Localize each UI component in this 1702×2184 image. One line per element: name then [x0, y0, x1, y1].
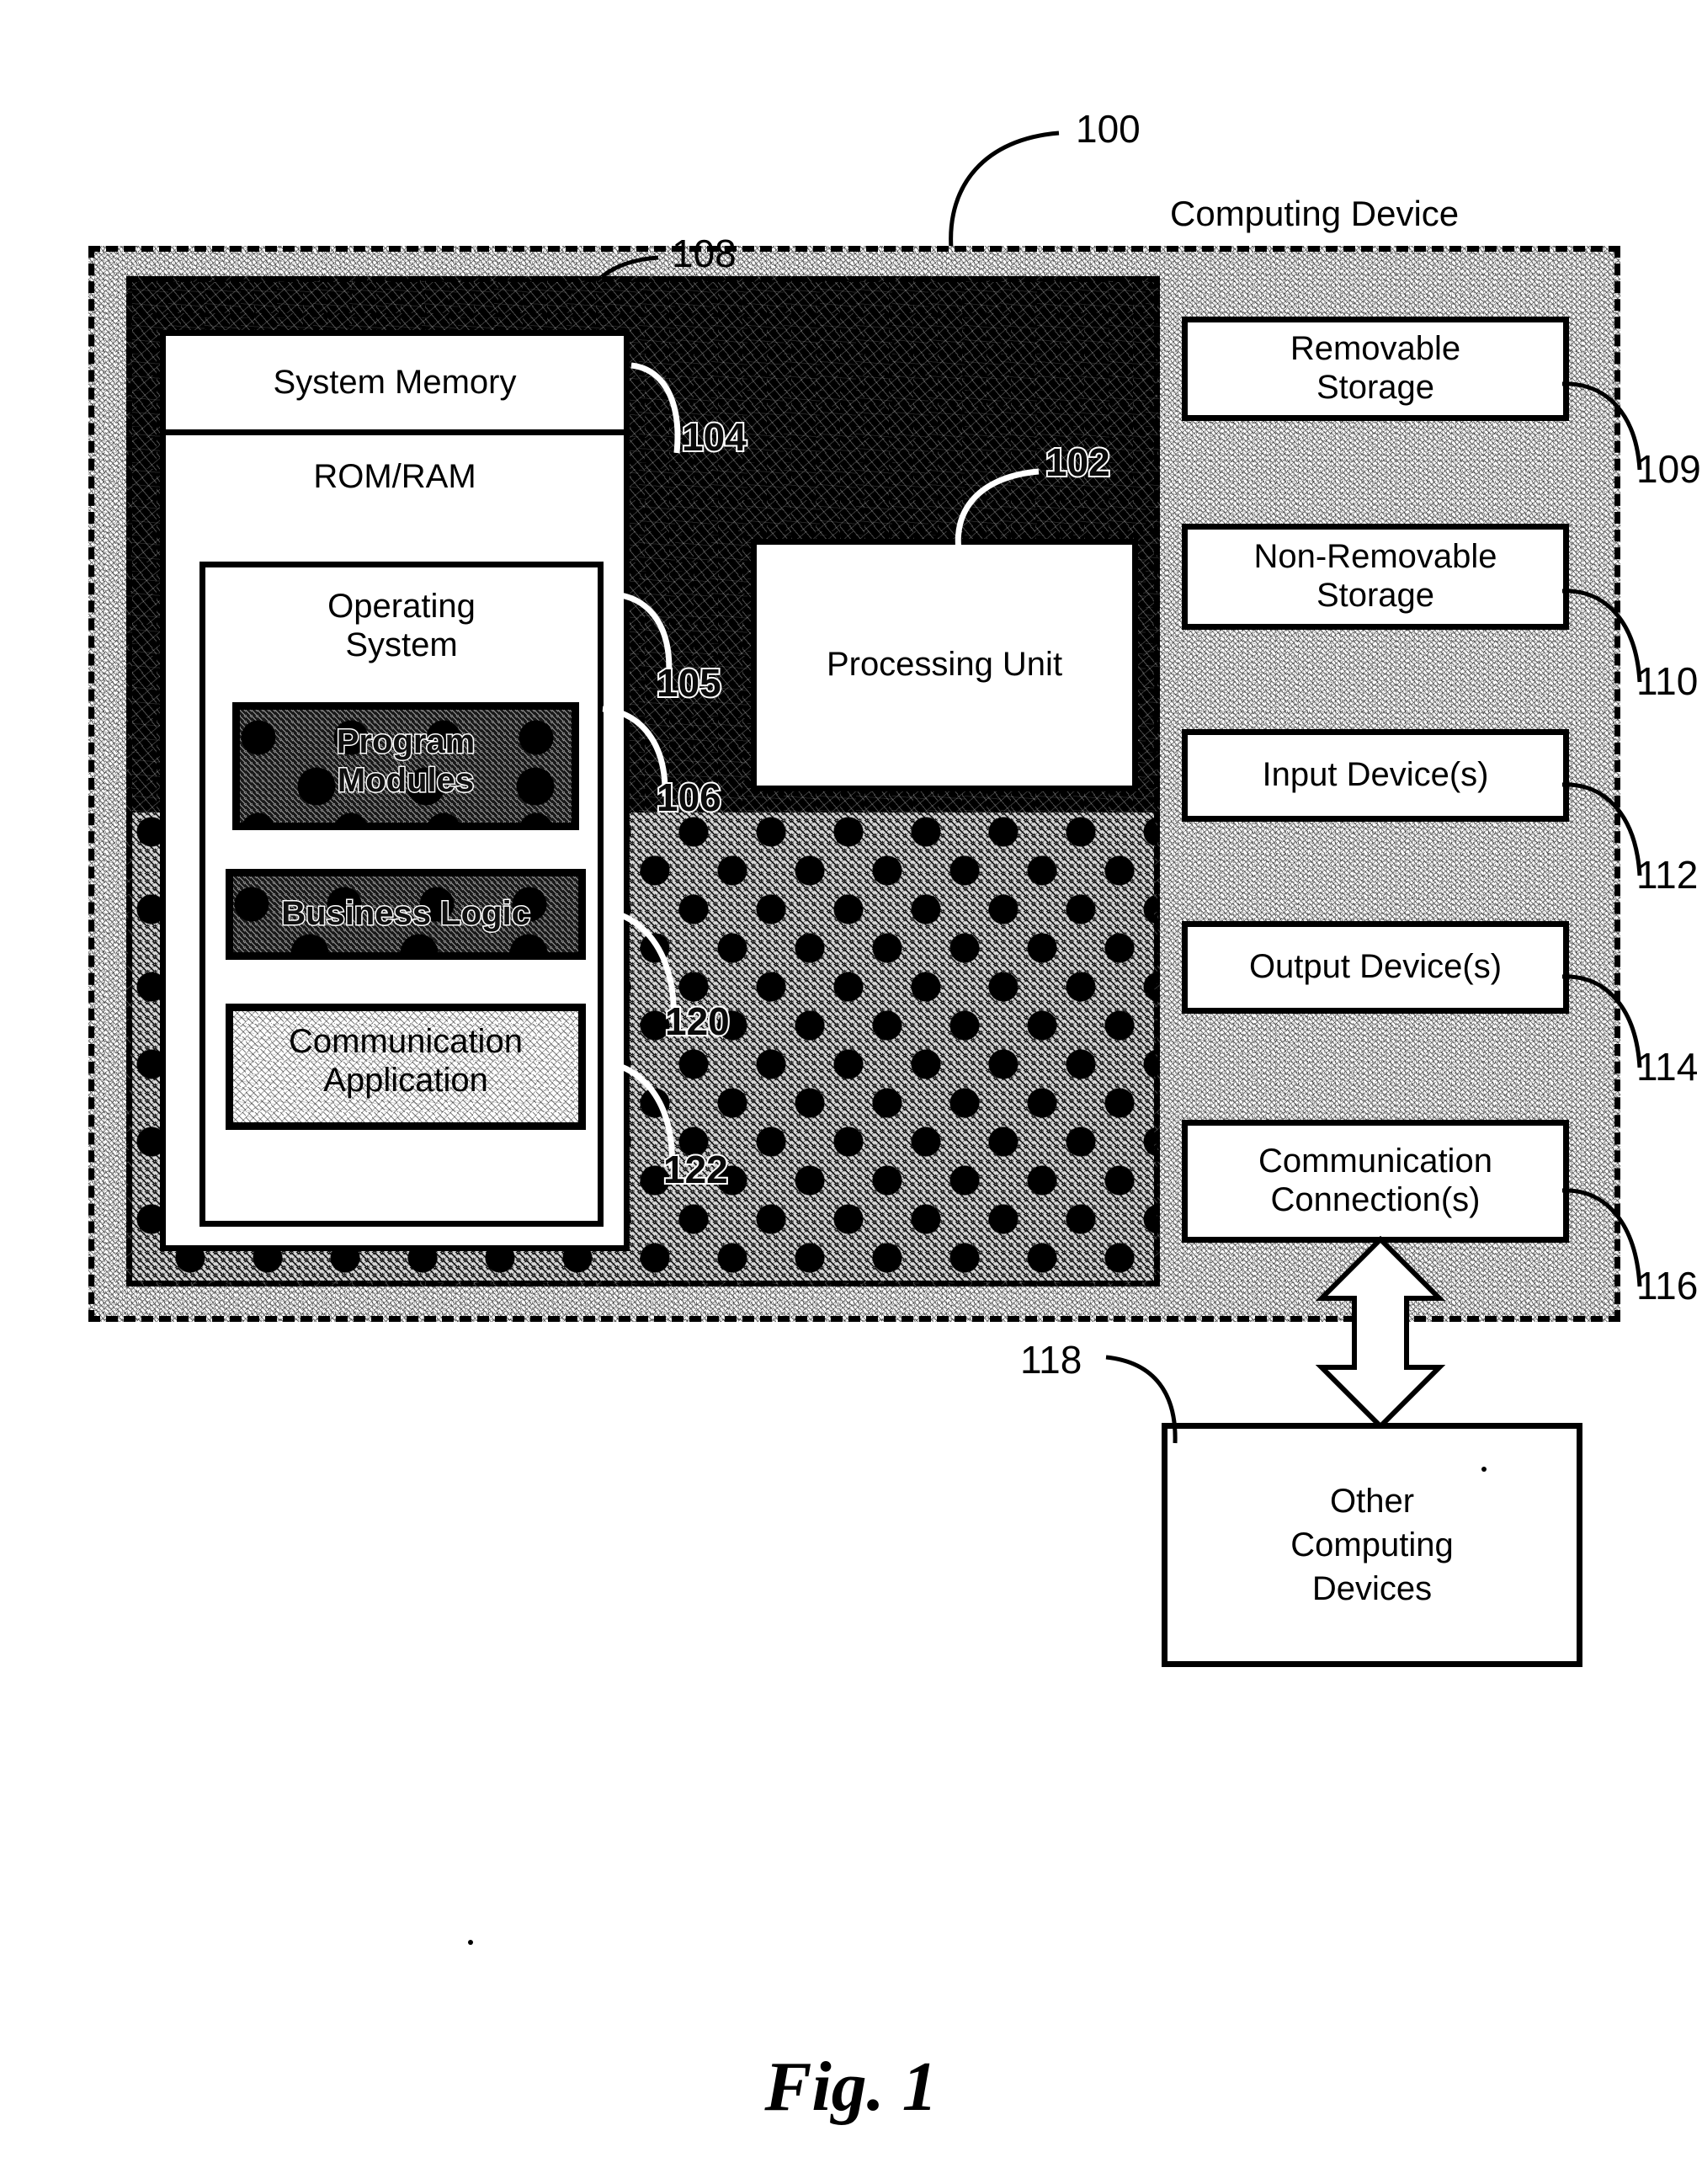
- other-computing-devices-label-line1: Other: [1329, 1483, 1415, 1520]
- ref-122-group: 122: [599, 1052, 852, 1191]
- ref-104-label: 104: [680, 415, 748, 459]
- bidirectional-link-arrow-icon: [1296, 1236, 1465, 1430]
- input-devices-label: Input Device(s): [1262, 756, 1489, 794]
- ref-114-group: 114: [1559, 965, 1702, 1091]
- double-arrow-icon: [1315, 1236, 1446, 1430]
- non-removable-storage-box: Non-Removable Storage: [1182, 524, 1569, 630]
- ref-116-label: 116: [1636, 1264, 1699, 1308]
- ref-102-group: 102: [916, 421, 1135, 564]
- operating-system-label: Operating System: [205, 588, 598, 664]
- removable-storage-label: Removable Storage: [1290, 330, 1460, 407]
- business-logic-box: Business Logic: [226, 869, 586, 960]
- communication-connections-label-line1: Communication: [1258, 1143, 1492, 1180]
- removable-storage-label-line1: Removable: [1290, 330, 1461, 368]
- output-devices-box: Output Device(s): [1182, 921, 1569, 1014]
- program-modules-label: Program Modules: [240, 722, 572, 801]
- output-devices-label: Output Device(s): [1248, 948, 1503, 986]
- ref-110-group: 110: [1559, 579, 1702, 706]
- ref-120-label: 120: [663, 999, 731, 1043]
- system-memory-box: System Memory ROM/RAM Operating System P…: [160, 330, 630, 1251]
- ref-104-group: 104: [625, 352, 877, 461]
- other-computing-devices-box: Other Computing Devices: [1162, 1423, 1582, 1667]
- other-computing-devices-label-line2: Computing: [1290, 1526, 1454, 1563]
- ref-105-leader-icon: [614, 591, 673, 683]
- communication-application-label-line2: Application: [323, 1061, 488, 1099]
- communication-application-label-line1: Communication: [289, 1023, 523, 1060]
- stray-speck: [1481, 1467, 1487, 1472]
- operating-system-box: Operating System Program Modules Busines…: [199, 562, 604, 1227]
- ref-102-label: 102: [1044, 440, 1112, 484]
- ref-100-group: 100: [867, 76, 1187, 253]
- other-computing-devices-label-line3: Devices: [1311, 1570, 1433, 1607]
- program-modules-label-line2: Modules: [336, 760, 475, 800]
- communication-connections-box: Communication Connection(s): [1182, 1120, 1569, 1243]
- page-speck: [468, 1940, 473, 1945]
- input-devices-box: Input Device(s): [1182, 729, 1569, 822]
- ref-105-group: 105: [608, 579, 852, 704]
- other-computing-devices-label: Other Computing Devices: [1290, 1479, 1453, 1611]
- ref-100-label: 100: [1076, 107, 1141, 151]
- operating-system-label-line1: Operating: [327, 588, 476, 625]
- business-logic-label: Business Logic: [233, 894, 578, 934]
- ref-100-leader-icon: [949, 131, 1060, 249]
- communication-application-box: Communication Application: [226, 1004, 586, 1130]
- rom-ram-label: ROM/RAM: [313, 458, 476, 495]
- program-modules-label-line1: Program: [335, 722, 476, 762]
- ref-122-label: 122: [662, 1148, 730, 1191]
- ref-104-leader-icon: [630, 362, 681, 454]
- ref-106-label: 106: [655, 775, 723, 819]
- operating-system-label-line2: System: [345, 626, 458, 663]
- system-memory-title: System Memory: [166, 336, 624, 435]
- ref-118-label: 118: [1020, 1338, 1082, 1382]
- ref-106-group: 106: [594, 697, 847, 819]
- ref-109-group: 109: [1559, 372, 1702, 490]
- removable-storage-box: Removable Storage: [1182, 317, 1569, 421]
- non-removable-storage-label: Non-Removable Storage: [1253, 538, 1497, 615]
- communication-connections-label: Communication Connection(s): [1258, 1143, 1492, 1219]
- ref-114-label: 114: [1636, 1045, 1699, 1089]
- figure-caption: Fig. 1: [764, 2048, 938, 2126]
- communication-application-label: Communication Application: [233, 1023, 578, 1100]
- communication-connections-label-line2: Connection(s): [1270, 1181, 1481, 1218]
- business-logic-label-line1: Business Logic: [280, 894, 532, 934]
- program-modules-box: Program Modules: [232, 702, 579, 830]
- ref-116-group: 116: [1559, 1179, 1702, 1313]
- ref-118-group: 118: [1020, 1340, 1214, 1450]
- ref-109-label: 109: [1636, 447, 1701, 491]
- ref-112-group: 112: [1559, 773, 1702, 899]
- ref-110-label: 110: [1636, 659, 1699, 703]
- computing-device-title: Computing Device: [1170, 194, 1460, 233]
- non-removable-storage-label-line1: Non-Removable: [1253, 538, 1497, 576]
- ref-108-label: 108: [672, 232, 737, 275]
- ref-120-group: 120: [599, 899, 852, 1042]
- ref-112-label: 112: [1636, 853, 1699, 897]
- processing-unit-label: Processing Unit: [826, 646, 1063, 684]
- removable-storage-label-line2: Storage: [1316, 369, 1435, 406]
- non-removable-storage-label-line2: Storage: [1316, 577, 1435, 614]
